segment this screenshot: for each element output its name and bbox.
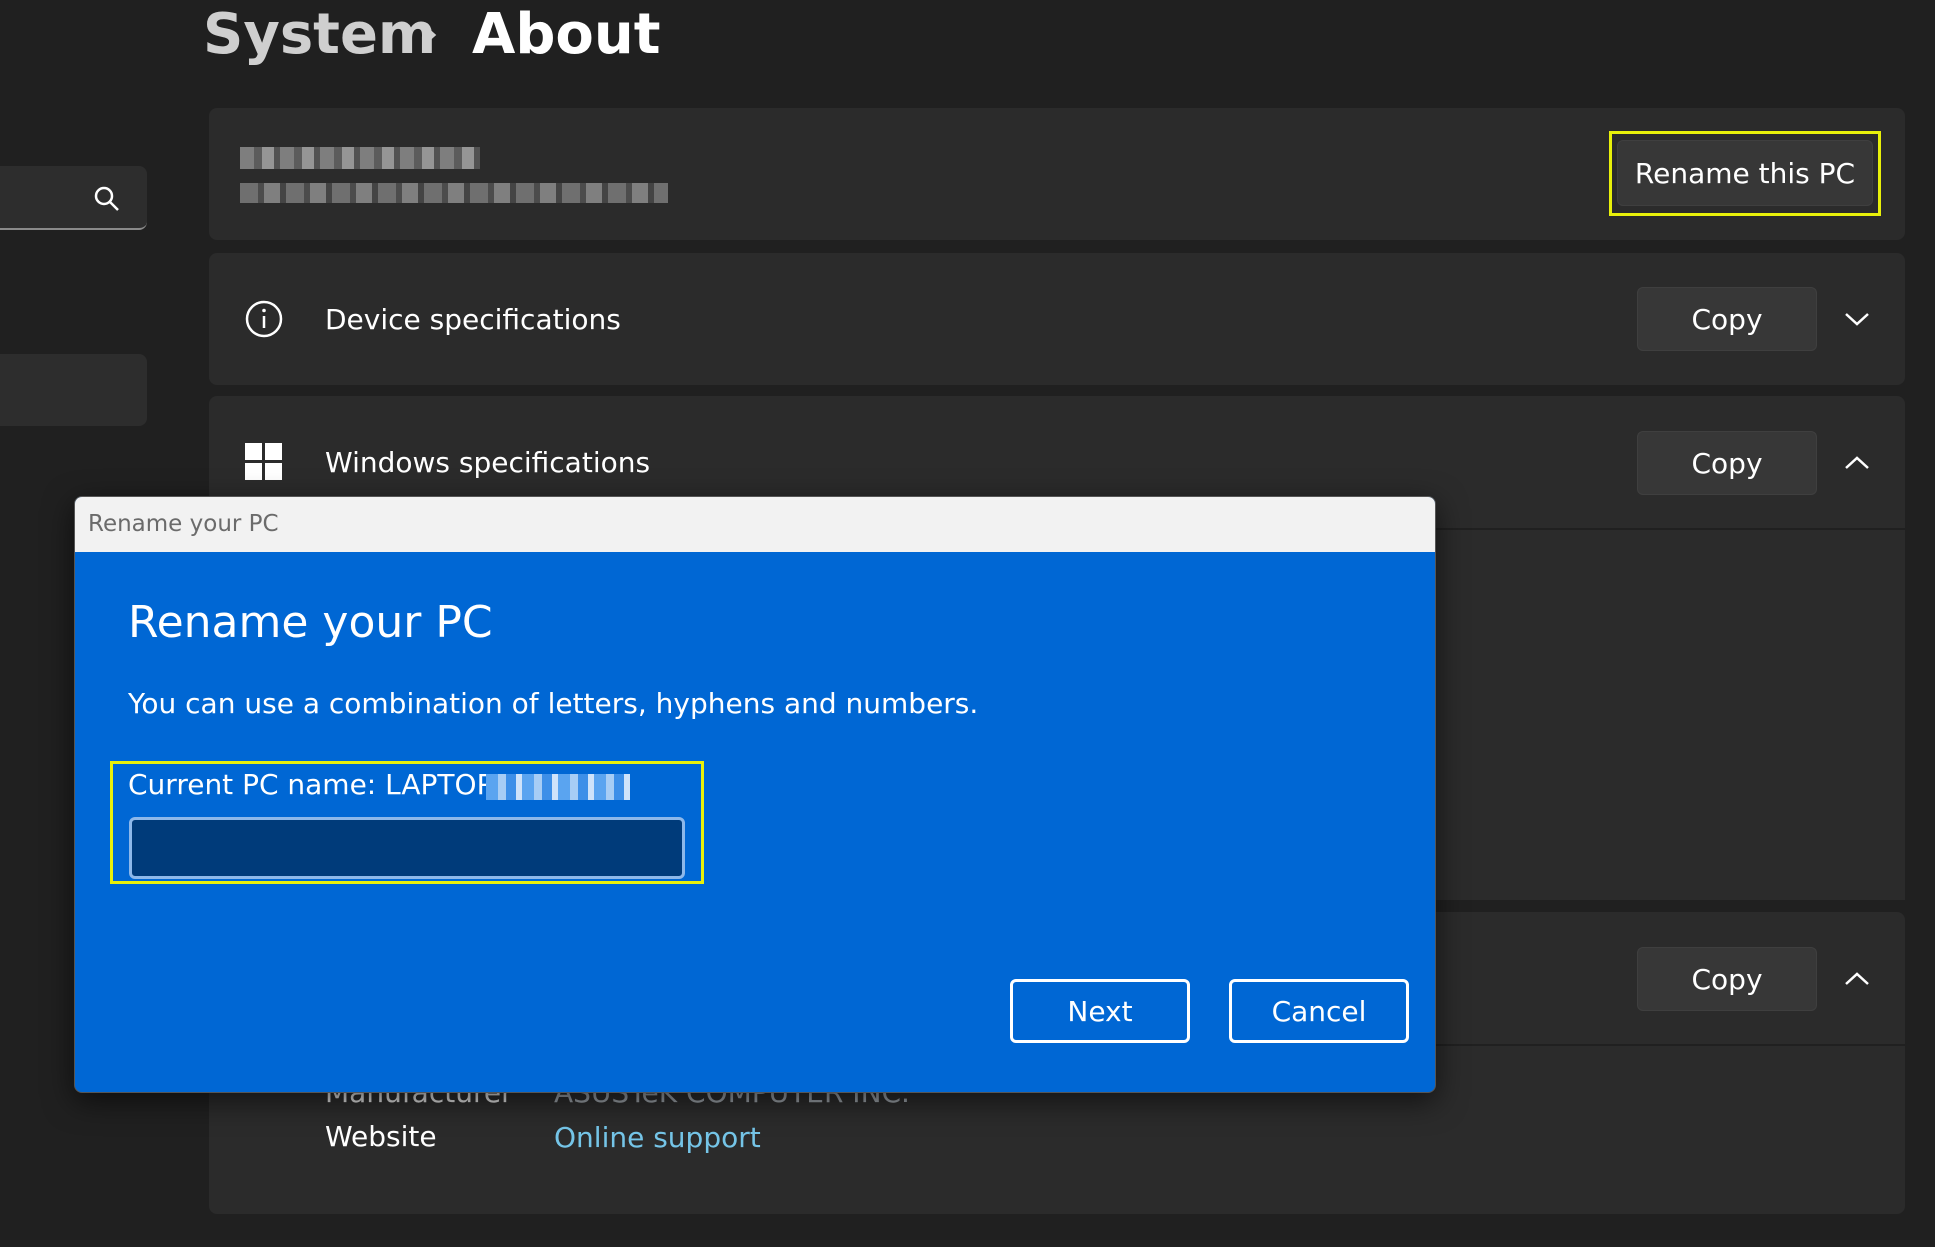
dialog-titlebar[interactable]: Rename your PC bbox=[75, 497, 1435, 552]
chevron-right-icon bbox=[424, 25, 437, 45]
copy-support-button[interactable]: Copy bbox=[1637, 947, 1817, 1011]
rename-pc-dialog: Rename your PC Rename your PC You can us… bbox=[74, 496, 1436, 1093]
chevron-up-icon[interactable] bbox=[1842, 453, 1872, 473]
pc-model-redacted bbox=[240, 183, 668, 203]
copy-windows-specs-button[interactable]: Copy bbox=[1637, 431, 1817, 495]
search-icon[interactable] bbox=[92, 184, 122, 214]
cancel-button[interactable]: Cancel bbox=[1229, 979, 1409, 1043]
search-input[interactable] bbox=[0, 166, 147, 230]
dialog-description: You can use a combination of letters, hy… bbox=[128, 687, 979, 720]
rename-pc-button[interactable]: Rename this PC bbox=[1617, 140, 1873, 206]
pc-name-redacted bbox=[240, 147, 480, 169]
windows-logo-icon bbox=[245, 443, 282, 480]
chevron-down-icon[interactable] bbox=[1842, 309, 1872, 329]
online-support-link[interactable]: Online support bbox=[554, 1120, 761, 1156]
device-specifications-title: Device specifications bbox=[325, 303, 621, 336]
page-title: About bbox=[472, 2, 661, 67]
current-pc-name-label: Current PC name: LAPTOP- bbox=[128, 768, 503, 801]
dialog-window-title: Rename your PC bbox=[88, 511, 279, 537]
breadcrumb-parent[interactable]: System bbox=[203, 0, 436, 70]
chevron-up-icon[interactable] bbox=[1842, 969, 1872, 989]
website-label: Website bbox=[325, 1120, 437, 1153]
info-icon bbox=[245, 300, 283, 338]
new-pc-name-input[interactable] bbox=[129, 817, 685, 879]
current-pc-name-redacted bbox=[486, 774, 630, 800]
next-button[interactable]: Next bbox=[1010, 979, 1190, 1043]
copy-device-specs-button[interactable]: Copy bbox=[1637, 287, 1817, 351]
sidebar-item-selected[interactable] bbox=[0, 354, 147, 426]
windows-specifications-title: Windows specifications bbox=[325, 446, 651, 479]
dialog-heading: Rename your PC bbox=[128, 597, 493, 648]
